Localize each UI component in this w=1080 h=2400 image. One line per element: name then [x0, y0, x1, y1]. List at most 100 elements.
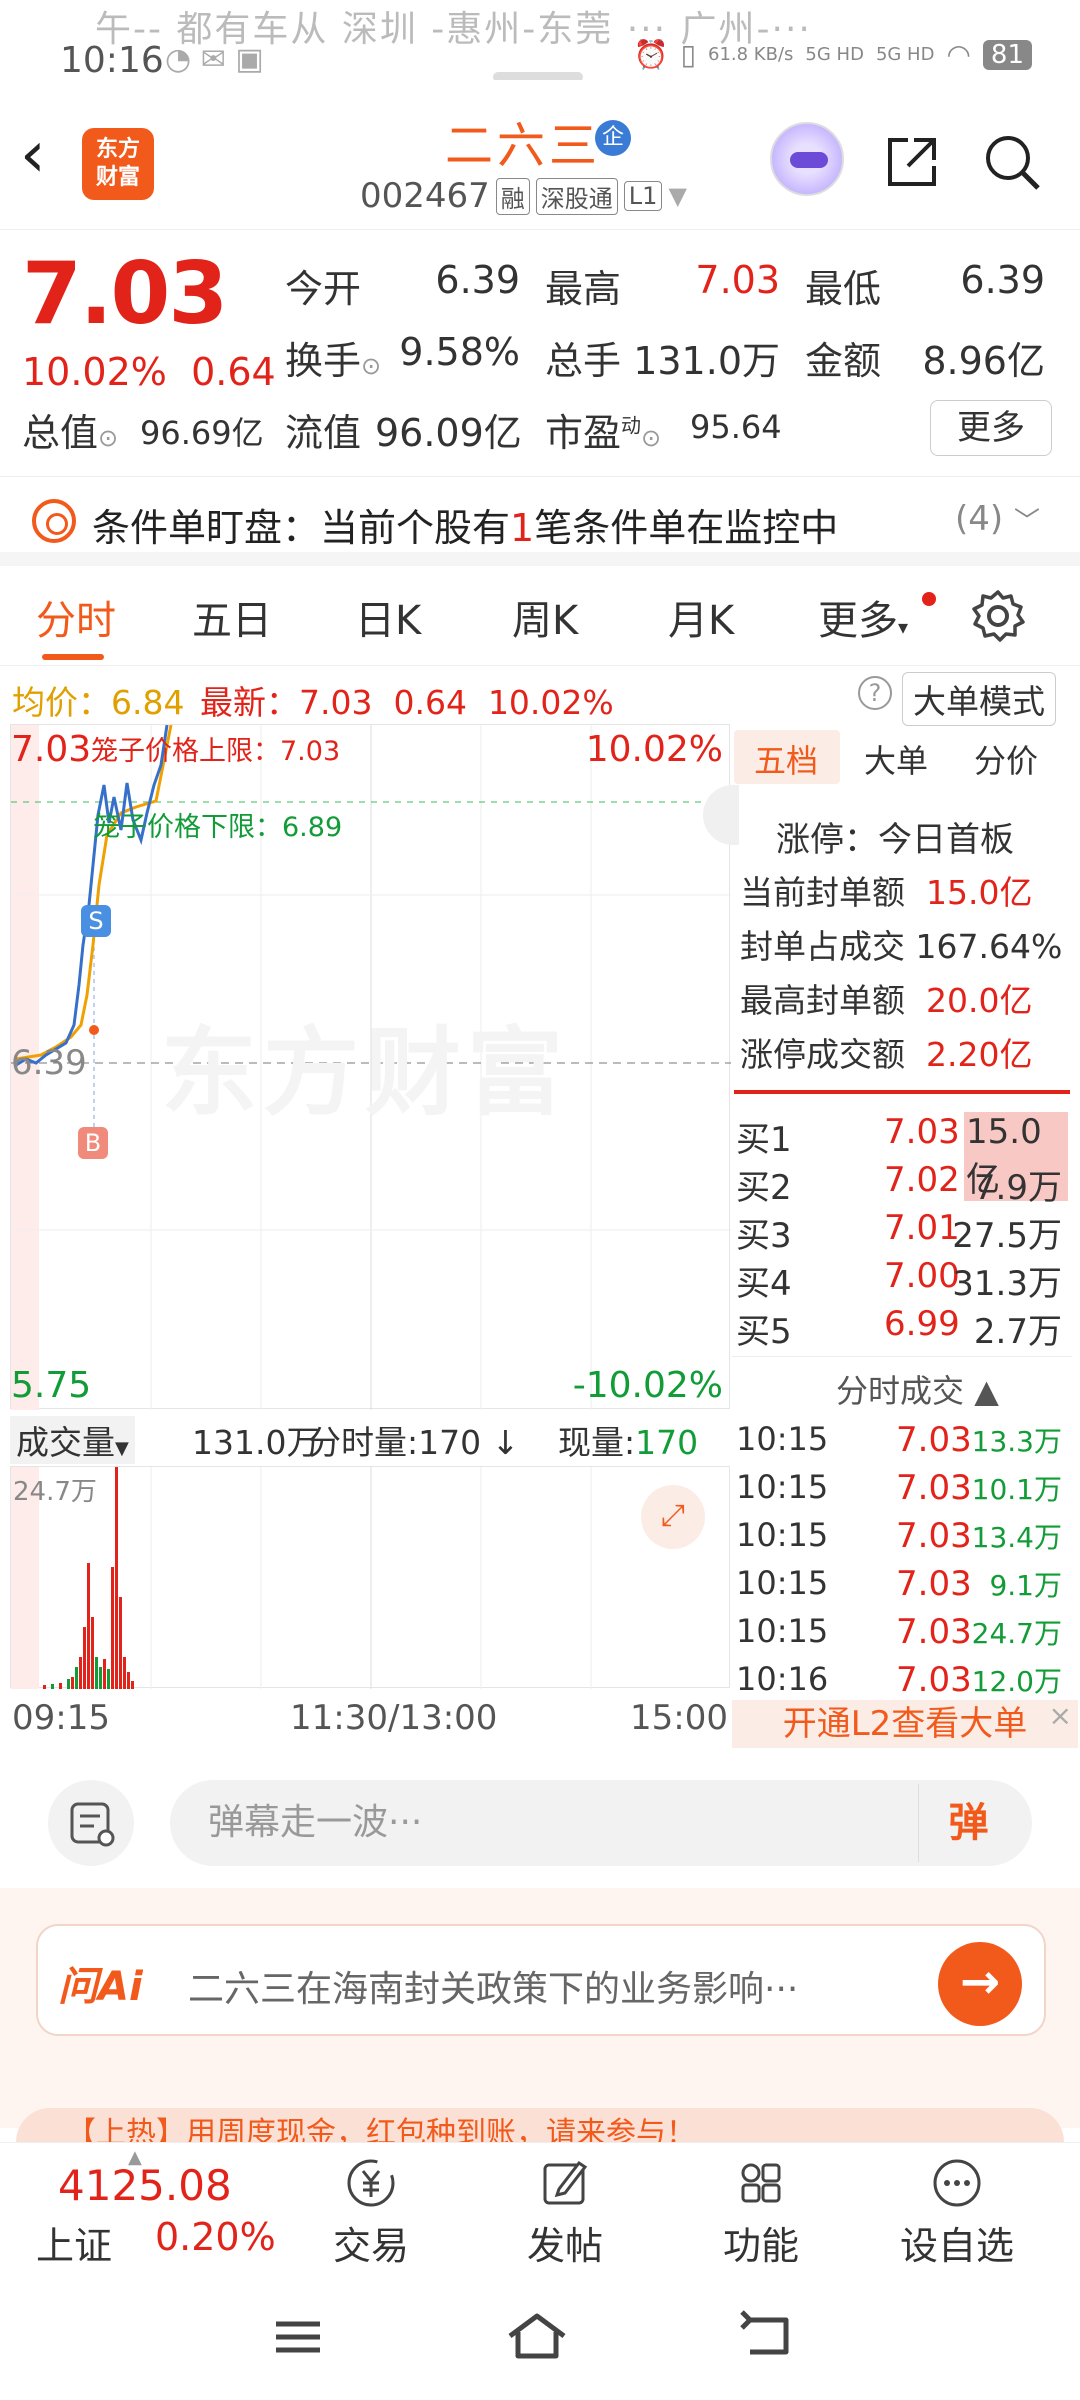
chart-bottom-pct: -10.02% [572, 1365, 723, 1406]
search-icon[interactable] [980, 130, 1044, 194]
float-label: 流值 [285, 411, 362, 455]
volume-total: 131.0万 [192, 1423, 320, 1462]
buy-point [89, 1025, 99, 1035]
tab-daily-k[interactable]: 日K [355, 588, 421, 646]
stat-row: 当前封单额 15.0亿 [740, 873, 1033, 912]
edit-icon [543, 2160, 588, 2205]
tag-connect: 深股通 [535, 177, 618, 215]
mktcap-label: 总值⊙ [22, 411, 119, 455]
current-volume: 现量:170 [558, 1423, 699, 1462]
upper-limit-label: 笼子价格上限：7.03 [91, 736, 341, 767]
help-icon[interactable]: ? [858, 676, 892, 710]
tab-intraday[interactable]: 分时 [36, 588, 116, 646]
l2-upgrade-banner[interactable]: 开通L2查看大单 × [732, 1699, 1078, 1748]
tab-weekly-k[interactable]: 周K [512, 588, 578, 646]
stock-code-row[interactable]: 002467 融 深股通 L1 ▼ [360, 176, 687, 216]
danmu-input[interactable]: 弹幕走一波··· [170, 1780, 1032, 1866]
app-logo: 东方 财富 [82, 128, 154, 200]
back-nav-icon[interactable] [736, 2310, 800, 2362]
share-icon[interactable] [880, 130, 944, 194]
buy-marker[interactable]: B [78, 1127, 108, 1159]
danmu-toggle-button[interactable]: 弹 [918, 1784, 1018, 1862]
bottom-nav: ▲ 4125.08 上证 0.20% 交易 发帖 功能 设自选 [0, 2142, 1080, 2272]
stock-header: ‹ 东方 财富 二六三 企 002467 融 深股通 L1 ▼ [0, 80, 1080, 230]
vibrate-icon: ▯ [680, 38, 696, 71]
nav-post[interactable]: 发帖 [500, 2153, 630, 2270]
nav-functions[interactable]: 功能 [696, 2153, 826, 2270]
back-button[interactable]: ‹ [20, 120, 80, 200]
ai-question-box[interactable]: 问Ai 二六三在海南封关政策下的业务影响··· → [36, 1924, 1046, 2036]
tab-price-dist[interactable]: 分价 [974, 736, 1038, 782]
volume-selector[interactable]: 成交量▼ [10, 1416, 135, 1464]
status-time: 10:16 [60, 40, 164, 81]
tab-more[interactable]: 更多▾ [818, 588, 908, 646]
trade-row: 10:15 7.03 13.4万 [736, 1516, 1062, 1556]
promo-banner[interactable]: 【上热】用周度现金，红包种到账，请来参与！ [16, 2108, 1064, 2142]
danmu-settings-icon[interactable] [48, 1780, 134, 1866]
index-widget[interactable]: ▲ 4125.08 上证 0.20% [0, 2143, 290, 2273]
divider [732, 1356, 1072, 1357]
battery-icon: 81 [982, 39, 1032, 70]
chevron-down-icon: ▼ [668, 182, 687, 210]
change-row: 10.02% 0.64 [22, 350, 276, 394]
volume-svg [11, 1467, 592, 1689]
enterprise-badge: 企 [595, 120, 631, 156]
avg-price-row: 均价：6.84 最新：7.03 0.64 10.02% ? 大单模式 [0, 668, 1080, 726]
tab-level5[interactable]: 五档 [754, 736, 818, 782]
volume-value: 131.0万 [633, 339, 780, 383]
intraday-chart[interactable]: 7.03 10.02% 笼子价格上限：7.03 笼子价格下限：6.89 6.39… [10, 724, 739, 1410]
high-value: 7.03 [695, 258, 780, 302]
order-book-row: 买2 7.02 7.9万 [736, 1160, 1062, 1208]
comment-bar: 弹幕走一波··· 弹 [0, 1750, 1080, 1880]
open-value: 6.39 [435, 258, 520, 302]
trade-row: 10:15 7.03 9.1万 [736, 1564, 1062, 1604]
time-axis-mid: 11:30/13:00 [290, 1698, 498, 1738]
tab-big-order[interactable]: 大单 [864, 736, 928, 782]
tab-monthly-k[interactable]: 月K [668, 588, 734, 646]
nav-trade[interactable]: 交易 [306, 2153, 436, 2270]
turnover-label: 换手⊙ [285, 339, 382, 383]
sell-marker[interactable]: S [81, 905, 111, 937]
trade-row: 10:15 7.03 13.3万 [736, 1420, 1062, 1460]
notification-dot [922, 592, 936, 606]
tag-margin: 融 [495, 177, 530, 215]
chart-top-price: 7.03 [11, 729, 92, 770]
order-book-row: 买4 7.00 31.3万 [736, 1256, 1062, 1304]
time-axis-start: 09:15 [12, 1698, 110, 1738]
latest-row: 最新：7.03 0.64 10.02% [200, 683, 614, 722]
order-book-row: 买5 6.99 2.7万 [736, 1304, 1062, 1352]
status-right: ⏰ ▯ 61.8 KB/s 5G HD 5G HD ◠ 81 [634, 38, 1032, 71]
robot-assistant-icon[interactable] [770, 122, 844, 196]
index-change: 0.20% [155, 2215, 276, 2259]
tab-five-day[interactable]: 五日 [192, 588, 272, 646]
expand-icon[interactable]: ⤢ [641, 1485, 705, 1549]
ai-question: 二六三在海南封关政策下的业务影响··· [188, 1969, 799, 2010]
ai-logo: 问Ai [58, 1964, 143, 2010]
nav-add-watchlist[interactable]: 设自选 [892, 2153, 1022, 2270]
signal-2: 5G HD [875, 44, 935, 65]
condition-order-bar[interactable]: 条件单盯盘：当前个股有1笔条件单在监控中 (4) ﹀ [0, 476, 1080, 566]
yuan-icon [347, 2159, 395, 2207]
stat-row: 最高封单额 20.0亿 [740, 981, 1033, 1020]
trade-row: 10:15 7.03 24.7万 [736, 1612, 1062, 1652]
trades-title[interactable]: 分时成交 ▲ [836, 1366, 999, 1412]
change-pct: 10.02% [22, 350, 167, 394]
time-axis: 09:15 11:30/13:00 15:00 [10, 1692, 730, 1742]
ai-submit-button[interactable]: → [938, 1942, 1022, 2026]
more-circle-icon [933, 2159, 981, 2207]
mktcap-value: 96.69亿 [140, 414, 264, 452]
stock-name: 二六三 [445, 118, 602, 174]
chart-bottom-price: 5.75 [11, 1365, 92, 1406]
close-icon[interactable]: × [1049, 1692, 1072, 1740]
big-order-mode-button[interactable]: 大单模式 [902, 672, 1056, 726]
lower-limit-label: 笼子价格下限：6.89 [93, 812, 343, 843]
more-quote-button[interactable]: 更多 [930, 400, 1052, 456]
volume-axis-max: 24.7万 [13, 1477, 97, 1507]
status-bar: 午-- 都有车从 深圳 -惠州-东莞 ··· 广州-··· 10:16 ◔ ✉ … [0, 0, 1080, 82]
gear-icon[interactable] [970, 588, 1026, 644]
menu-icon[interactable] [268, 2312, 328, 2362]
pe-label: 市盈动⊙ [545, 411, 662, 455]
home-icon[interactable] [502, 2308, 572, 2364]
volume-chart[interactable]: 24.7万 ⤢ [10, 1466, 730, 1689]
order-book-row: 买3 7.01 27.5万 [736, 1208, 1062, 1256]
